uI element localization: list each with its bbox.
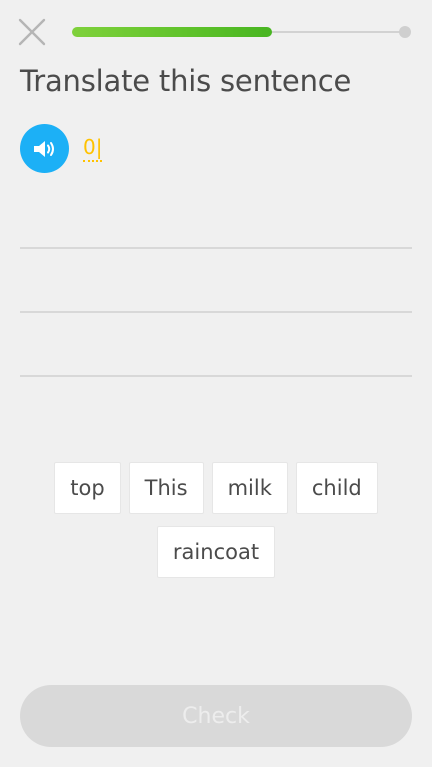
close-icon — [18, 18, 46, 46]
prompt-sentence[interactable]: 0| — [83, 135, 103, 162]
answer-line-1[interactable] — [20, 247, 412, 249]
word-tile-top[interactable]: top — [54, 462, 121, 514]
page-title: Translate this sentence — [20, 64, 352, 98]
close-button[interactable] — [18, 18, 46, 46]
answer-line-3[interactable] — [20, 375, 412, 377]
word-bank: top This milk child raincoat — [0, 462, 432, 590]
word-tile-this[interactable]: This — [128, 462, 204, 514]
word-tile-child[interactable]: child — [295, 462, 378, 514]
word-bank-row-1: top This milk child — [0, 462, 432, 514]
answer-line-2[interactable] — [20, 311, 412, 313]
word-tile-milk[interactable]: milk — [211, 462, 288, 514]
word-bank-row-2: raincoat — [0, 526, 432, 578]
progress-fill — [72, 27, 272, 37]
speaker-icon — [33, 140, 54, 157]
word-tile-raincoat[interactable]: raincoat — [156, 526, 276, 578]
play-audio-button[interactable] — [20, 124, 69, 173]
check-button[interactable]: Check — [20, 685, 412, 747]
translate-screen: Translate this sentence 0| top This milk… — [0, 0, 432, 767]
progress-end-dot — [399, 26, 411, 38]
lesson-progress-bar — [72, 26, 411, 39]
